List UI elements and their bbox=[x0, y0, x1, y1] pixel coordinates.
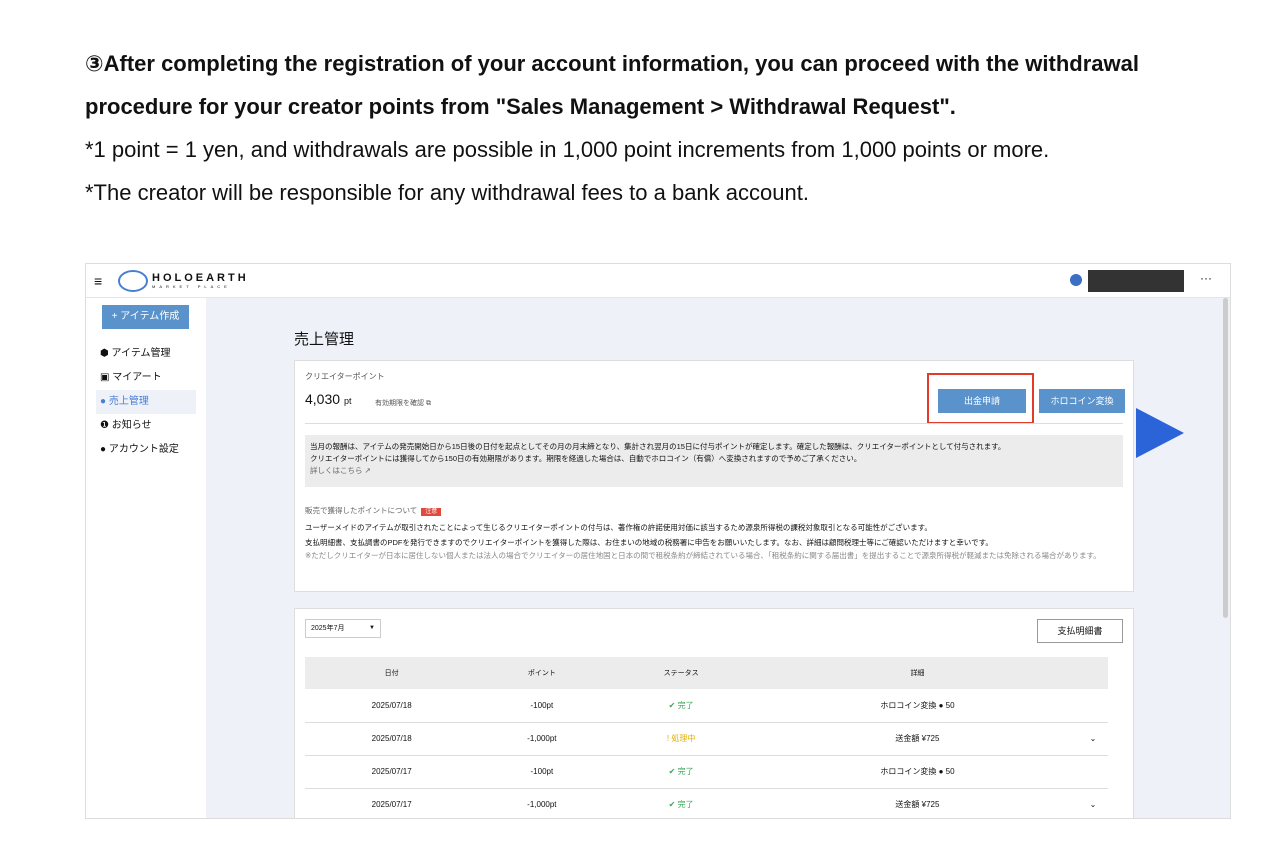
sidebar: + アイテム作成 ⬢ アイテム管理 ▣ マイアート ● 売上管理 ❶ お知らせ … bbox=[86, 298, 206, 818]
details-link[interactable]: 詳しくはこちら ↗ bbox=[310, 465, 1118, 477]
notice-title: 販売で獲得したポイントについて bbox=[305, 506, 418, 515]
table-row: 2025/07/17 -1,000pt ✔ 完了 送金額 ¥725 ⌄ bbox=[305, 788, 1108, 818]
column-header bbox=[1078, 657, 1108, 689]
user-coin-icon bbox=[1070, 274, 1082, 286]
logo-subtext: MARKET PLACE bbox=[152, 284, 231, 289]
user-name-redacted[interactable] bbox=[1088, 270, 1184, 292]
table-row: 2025/07/17 -100pt ✔ 完了 ホロコイン変換 ● 50 bbox=[305, 755, 1108, 789]
sidebar-item-items[interactable]: ⬢ アイテム管理 bbox=[96, 342, 196, 366]
sidebar-item-label: アイテム管理 bbox=[111, 348, 171, 359]
sidebar-item-sales[interactable]: ● 売上管理 bbox=[96, 390, 196, 414]
page-title: 売上管理 bbox=[294, 331, 355, 348]
payment-statement-button[interactable]: 支払明細書 bbox=[1037, 619, 1123, 643]
row-date: 2025/07/17 bbox=[305, 755, 479, 789]
instructions: ③After completing the registration of yo… bbox=[85, 42, 1205, 214]
scrollbar[interactable] bbox=[1223, 298, 1228, 618]
row-date: 2025/07/17 bbox=[305, 788, 479, 818]
notice-section: 販売で獲得したポイントについて 注意 ユーザーメイドのアイテムが取引されたことによ… bbox=[305, 503, 1125, 562]
row-status: ✔ 完了 bbox=[605, 788, 757, 818]
globe-icon bbox=[118, 270, 148, 292]
column-header: ポイント bbox=[478, 657, 606, 689]
sidebar-item-label: お知らせ bbox=[111, 420, 152, 431]
logo[interactable]: HOLOEARTH MARKET PLACE bbox=[118, 270, 249, 292]
sidebar-item-notices[interactable]: ❶ お知らせ bbox=[96, 414, 196, 438]
sidebar-item-account[interactable]: ● アカウント設定 bbox=[96, 438, 196, 462]
row-detail: ホロコイン変換 ● 50 bbox=[756, 755, 1078, 789]
sidebar-item-label: アカウント設定 bbox=[108, 444, 179, 455]
points-value: 4,030 pt bbox=[305, 391, 351, 407]
alert-icon: ❶ bbox=[100, 420, 109, 431]
notice-text: 支払明細書、支払調書のPDFを発行できますのでクリエイターポイントを獲得した際は… bbox=[305, 538, 993, 547]
main-content: 売上管理 クリエイターポイント 4,030 pt 有効期限を確認 ⧉ 出金申請 … bbox=[206, 298, 1230, 818]
decorative-triangle bbox=[1136, 408, 1184, 458]
user-icon: ● bbox=[100, 444, 107, 455]
row-detail: 送金額 ¥725 bbox=[756, 788, 1078, 818]
month-select[interactable]: 2025年7月 ▼ bbox=[305, 619, 381, 638]
withdraw-request-button[interactable]: 出金申請 bbox=[938, 389, 1026, 413]
row-date: 2025/07/18 bbox=[305, 689, 479, 723]
row-detail: 送金額 ¥725 bbox=[756, 722, 1078, 756]
row-status: ✔ 完了 bbox=[605, 755, 757, 789]
expand-icon bbox=[1078, 689, 1108, 723]
sales-icon: ● bbox=[100, 396, 107, 407]
info-text: 当月の報酬は、アイテムの発売開始日から15日後の日付を起点としてその月の月末締と… bbox=[310, 442, 1006, 451]
divider bbox=[305, 423, 1123, 424]
column-header: ステータス bbox=[605, 657, 757, 689]
app-screenshot: ≡ HOLOEARTH MARKET PLACE ··· + アイテム作成 ⬢ ア… bbox=[85, 263, 1231, 819]
notice-text: ユーザーメイドのアイテムが取引されたことによって生じるクリエイターポイントの付与… bbox=[305, 523, 932, 532]
chevron-down-icon[interactable]: ⌄ bbox=[1078, 722, 1108, 756]
note-fees: *The creator will be responsible for any… bbox=[85, 180, 809, 205]
info-box: 当月の報酬は、アイテムの発売開始日から15日後の日付を起点としてその月の月末締と… bbox=[305, 435, 1123, 487]
row-status: ✔ 完了 bbox=[605, 689, 757, 723]
expand-icon bbox=[1078, 755, 1108, 789]
step-heading: ③After completing the registration of yo… bbox=[85, 51, 1139, 119]
cube-icon: ⬢ bbox=[100, 348, 109, 359]
row-status: ! 処理中 bbox=[605, 722, 757, 756]
check-expiry-link[interactable]: 有効期限を確認 ⧉ bbox=[375, 398, 431, 408]
row-points: -1,000pt bbox=[478, 788, 606, 818]
row-points: -1,000pt bbox=[478, 722, 606, 756]
points-label: クリエイターポイント bbox=[305, 372, 385, 381]
top-bar: ≡ HOLOEARTH MARKET PLACE ··· bbox=[86, 264, 1230, 298]
points-unit: pt bbox=[343, 396, 352, 406]
row-detail: ホロコイン変換 ● 50 bbox=[756, 689, 1078, 723]
sidebar-item-my-art[interactable]: ▣ マイアート bbox=[96, 366, 196, 390]
column-header: 詳細 bbox=[756, 657, 1078, 689]
sidebar-item-label: マイアート bbox=[112, 372, 162, 383]
logo-text: HOLOEARTH bbox=[152, 272, 249, 284]
column-header: 日付 bbox=[305, 657, 479, 689]
caution-badge: 注意 bbox=[421, 508, 442, 516]
holocoin-convert-button[interactable]: ホロコイン変換 bbox=[1039, 389, 1125, 413]
chevron-down-icon[interactable]: ⌄ bbox=[1078, 788, 1108, 818]
sidebar-item-label: 売上管理 bbox=[108, 396, 149, 407]
more-icon[interactable]: ··· bbox=[1200, 271, 1212, 285]
points-panel: クリエイターポイント 4,030 pt 有効期限を確認 ⧉ 出金申請 ホロコイン… bbox=[294, 360, 1134, 592]
create-item-button[interactable]: + アイテム作成 bbox=[102, 305, 189, 329]
row-points: -100pt bbox=[478, 689, 606, 723]
month-value: 2025年7月 bbox=[311, 625, 345, 632]
row-points: -100pt bbox=[478, 755, 606, 789]
art-icon: ▣ bbox=[100, 372, 110, 383]
row-date: 2025/07/18 bbox=[305, 722, 479, 756]
note-points: *1 point = 1 yen, and withdrawals are po… bbox=[85, 137, 1050, 162]
caret-down-icon: ▼ bbox=[369, 625, 375, 631]
history-table: 日付 ポイント ステータス 詳細 2025/07/18 -100pt ✔ 完了 ホロコイン変… bbox=[305, 657, 1108, 818]
points-number: 4,030 bbox=[305, 391, 341, 407]
table-row: 2025/07/18 -1,000pt! 処理中 送金額 ¥725 ⌄ bbox=[305, 722, 1108, 756]
info-text: クリエイターポイントには獲得してから150日の有効期限があります。期限を経過した… bbox=[310, 454, 862, 463]
notice-footnote: ※ただしクリエイターが日本に居住しない個人または法人の場合でクリエイターの居住地… bbox=[305, 551, 1101, 560]
table-row: 2025/07/18 -100pt ✔ 完了 ホロコイン変換 ● 50 bbox=[305, 689, 1108, 723]
hamburger-menu-icon[interactable]: ≡ bbox=[94, 273, 102, 289]
history-panel: 2025年7月 ▼ 支払明細書 日付 ポイント ステータス 詳細 2025/07/18-… bbox=[294, 608, 1134, 818]
